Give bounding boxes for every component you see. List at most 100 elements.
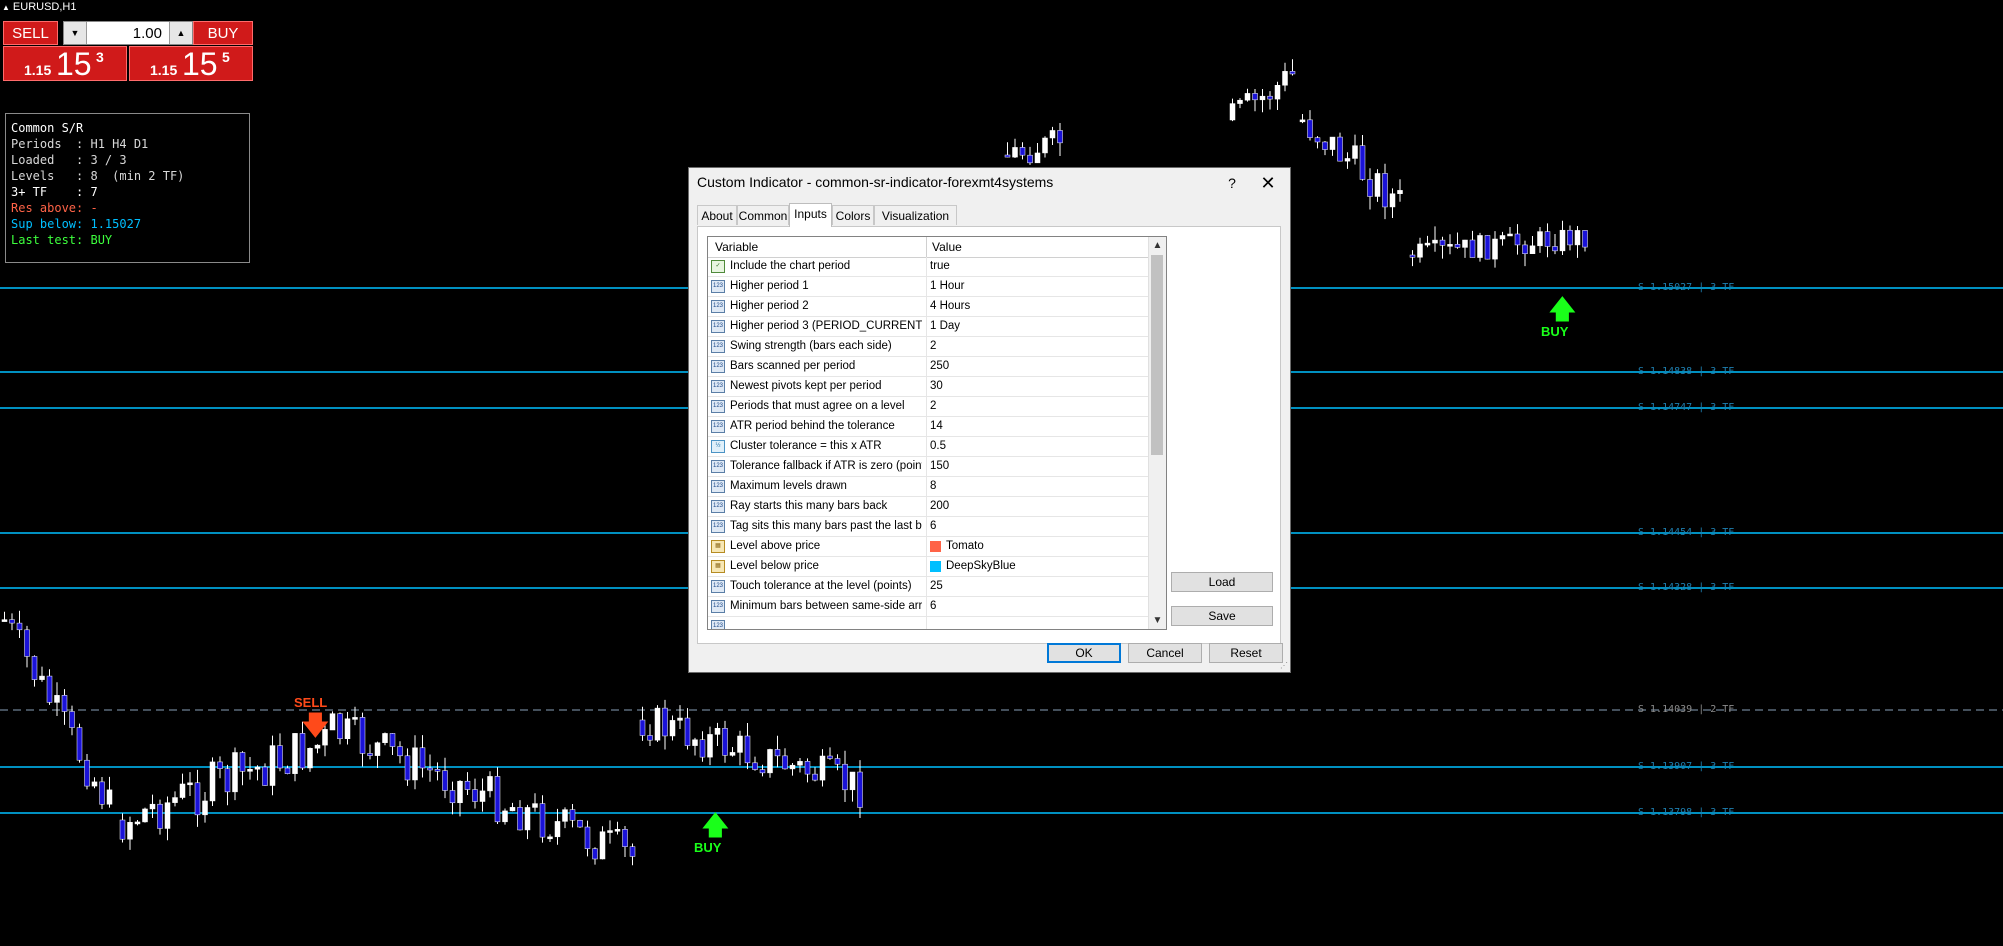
input-row[interactable]: ✓ Include the chart period true: [708, 257, 1148, 277]
candle-body: [217, 761, 223, 769]
reset-button[interactable]: Reset: [1209, 643, 1283, 663]
input-row[interactable]: 123 Higher period 1 1 Hour: [708, 277, 1148, 297]
input-value[interactable]: 6: [930, 600, 936, 612]
input-row[interactable]: 123 Minimum bars between same-side arrows…: [708, 597, 1148, 617]
integer-type-icon: 123: [711, 360, 725, 373]
candle-body: [1337, 136, 1343, 162]
cancel-button[interactable]: Cancel: [1128, 643, 1202, 663]
input-value[interactable]: 8: [930, 480, 936, 492]
input-row[interactable]: 123 Ray starts this many bars back 200: [708, 497, 1148, 517]
candle-body: [1397, 190, 1403, 194]
column-divider[interactable]: [926, 237, 927, 257]
input-row[interactable]: 123 Maximum levels drawn 8: [708, 477, 1148, 497]
resize-grip-icon[interactable]: ⋰: [1280, 661, 1288, 670]
input-value[interactable]: 1 Day: [930, 320, 960, 332]
candle-body: [149, 803, 156, 810]
ask-price-button[interactable]: 1.15 15 5: [129, 46, 253, 82]
candle-body: [382, 733, 388, 743]
candle-body: [292, 733, 298, 774]
input-name: ATR period behind the tolerance: [730, 420, 895, 432]
column-variable[interactable]: Variable: [715, 240, 758, 254]
candle-body: [812, 773, 818, 781]
input-value[interactable]: 4 Hours: [930, 300, 970, 312]
input-value[interactable]: 30: [930, 380, 943, 392]
lot-increase-button[interactable]: ▲: [169, 22, 192, 44]
lot-size-field[interactable]: ▼ 1.00 ▲: [63, 21, 193, 45]
input-value[interactable]: DeepSkyBlue: [946, 560, 1016, 572]
candle-body: [677, 717, 683, 721]
save-button[interactable]: Save: [1171, 606, 1273, 626]
input-row[interactable]: 123 ATR period behind the tolerance 14: [708, 417, 1148, 437]
input-value[interactable]: 1 Hour: [930, 280, 965, 292]
input-value[interactable]: true: [930, 260, 950, 272]
candle-body: [404, 755, 411, 781]
input-row[interactable]: 123 Tolerance fallback if ATR is zero (po…: [708, 457, 1148, 477]
input-row[interactable]: 123 Tag sits this many bars past the last…: [708, 517, 1148, 537]
candle-body: [584, 826, 591, 849]
input-row[interactable]: 123 Swing strength (bars each side) 2: [708, 337, 1148, 357]
buy-arrow-icon: 🡅: [1549, 294, 1576, 324]
grid-header: Variable Value: [708, 237, 1148, 258]
input-row[interactable]: 123 Newest pivots kept per period 30: [708, 377, 1148, 397]
input-row[interactable]: 123 Higher period 2 4 Hours: [708, 297, 1148, 317]
bid-price-button[interactable]: 1.15 15 3: [3, 46, 127, 82]
candle-body: [374, 742, 381, 756]
candle-body: [39, 675, 45, 680]
load-button[interactable]: Load: [1171, 572, 1273, 592]
tab-colors[interactable]: Colors: [832, 205, 874, 225]
candle-body: [1229, 103, 1236, 121]
scroll-down-icon[interactable]: ▼: [1149, 612, 1166, 629]
candle-body: [194, 782, 201, 816]
input-row[interactable]: 123: [708, 617, 1148, 629]
input-row[interactable]: ▦ Level below price DeepSkyBlue: [708, 557, 1148, 577]
candle-body: [1049, 130, 1056, 139]
close-button[interactable]: ✕: [1253, 171, 1283, 195]
help-button[interactable]: ?: [1217, 171, 1247, 195]
input-row[interactable]: ▦ Level above price Tomato: [708, 537, 1148, 557]
sell-button[interactable]: SELL: [3, 21, 58, 45]
tab-common[interactable]: Common: [737, 205, 789, 225]
input-value[interactable]: Tomato: [946, 540, 984, 552]
candle-body: [427, 767, 433, 771]
buy-button[interactable]: BUY: [193, 21, 253, 45]
input-value[interactable]: 25: [930, 580, 943, 592]
candle-body: [614, 829, 621, 832]
info-periods: Periods : H1 H4 D1: [11, 137, 149, 151]
input-value[interactable]: 250: [930, 360, 949, 372]
input-value[interactable]: 2: [930, 340, 936, 352]
input-value[interactable]: 2: [930, 400, 936, 412]
input-value[interactable]: 0.5: [930, 440, 946, 452]
candle-body: [16, 622, 23, 631]
input-name: Cluster tolerance = this x ATR: [730, 440, 882, 452]
candle-body: [142, 808, 148, 823]
info-3tf: 3+ TF : 7: [11, 185, 98, 199]
column-value[interactable]: Value: [932, 240, 962, 254]
lot-decrease-button[interactable]: ▼: [64, 22, 87, 44]
scroll-up-icon[interactable]: ▲: [1149, 237, 1166, 254]
input-value[interactable]: 6: [930, 520, 936, 532]
grid-scrollbar[interactable]: ▲ ▼: [1148, 237, 1166, 629]
scroll-thumb[interactable]: [1151, 255, 1163, 455]
candle-body: [1462, 239, 1468, 248]
lot-size-value[interactable]: 1.00: [133, 25, 162, 42]
input-row[interactable]: 123 Periods that must agree on a level 2: [708, 397, 1148, 417]
input-row[interactable]: 123 Higher period 3 (PERIOD_CURRENT ... 1 …: [708, 317, 1148, 337]
input-row[interactable]: 123 Bars scanned per period 250: [708, 357, 1148, 377]
tab-visualization[interactable]: Visualization: [874, 205, 957, 225]
integer-type-icon: 123: [711, 520, 725, 533]
input-value[interactable]: 150: [930, 460, 949, 472]
tab-about[interactable]: About: [697, 205, 737, 225]
candle-body: [472, 789, 478, 802]
input-name: Touch tolerance at the level (points): [730, 580, 912, 592]
support-level-label: S 1.14838 | 3 TF: [1638, 366, 1735, 377]
candle-body: [827, 755, 833, 759]
ok-button[interactable]: OK: [1047, 643, 1121, 663]
input-row[interactable]: ½ Cluster tolerance = this x ATR 0.5: [708, 437, 1148, 457]
candle-body: [1034, 152, 1041, 164]
input-value[interactable]: 200: [930, 500, 949, 512]
support-level-label: S 1.14454 | 3 TF: [1638, 527, 1735, 538]
input-value[interactable]: 14: [930, 420, 943, 432]
tab-inputs[interactable]: Inputs: [789, 203, 832, 227]
candle-body: [562, 809, 568, 822]
input-row[interactable]: 123 Touch tolerance at the level (points)…: [708, 577, 1148, 597]
